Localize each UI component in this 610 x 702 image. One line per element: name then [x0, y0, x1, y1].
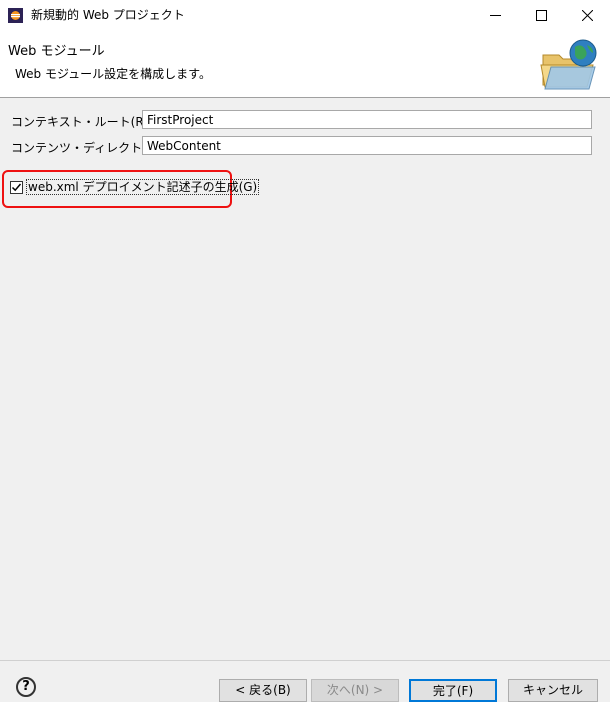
- minimize-button[interactable]: [472, 0, 518, 31]
- window-title: 新規動的 Web プロジェクト: [31, 8, 185, 22]
- next-button[interactable]: 次へ(N) >: [311, 679, 399, 702]
- wizard-header: Web モジュール Web モジュール設定を構成します。: [0, 31, 610, 98]
- context-root-input[interactable]: [142, 110, 592, 129]
- context-root-label: コンテキスト・ルート(R):: [11, 115, 153, 129]
- close-button[interactable]: [564, 0, 610, 31]
- minimize-icon: [489, 15, 501, 16]
- checkmark-icon: [11, 183, 22, 191]
- help-icon[interactable]: ?: [16, 677, 36, 697]
- maximize-icon: [535, 10, 547, 21]
- cancel-button[interactable]: キャンセル: [508, 679, 598, 702]
- title-bar: 新規動的 Web プロジェクト: [0, 0, 610, 31]
- back-button[interactable]: < 戻る(B): [219, 679, 307, 702]
- generate-webxml-option[interactable]: web.xml デプロイメント記述子の生成(G): [10, 179, 260, 195]
- content-directory-input[interactable]: [142, 136, 592, 155]
- web-folder-banner-icon: [540, 39, 597, 90]
- eclipse-icon: [8, 8, 23, 23]
- close-icon: [581, 10, 593, 21]
- page-description: Web モジュール設定を構成します。: [15, 67, 211, 81]
- footer-divider: [0, 660, 610, 661]
- generate-webxml-checkbox[interactable]: [10, 180, 23, 194]
- page-title: Web モジュール: [8, 44, 105, 59]
- finish-button[interactable]: 完了(F): [409, 679, 497, 702]
- maximize-button[interactable]: [518, 0, 564, 31]
- generate-webxml-label: web.xml デプロイメント記述子の生成(G): [26, 179, 260, 195]
